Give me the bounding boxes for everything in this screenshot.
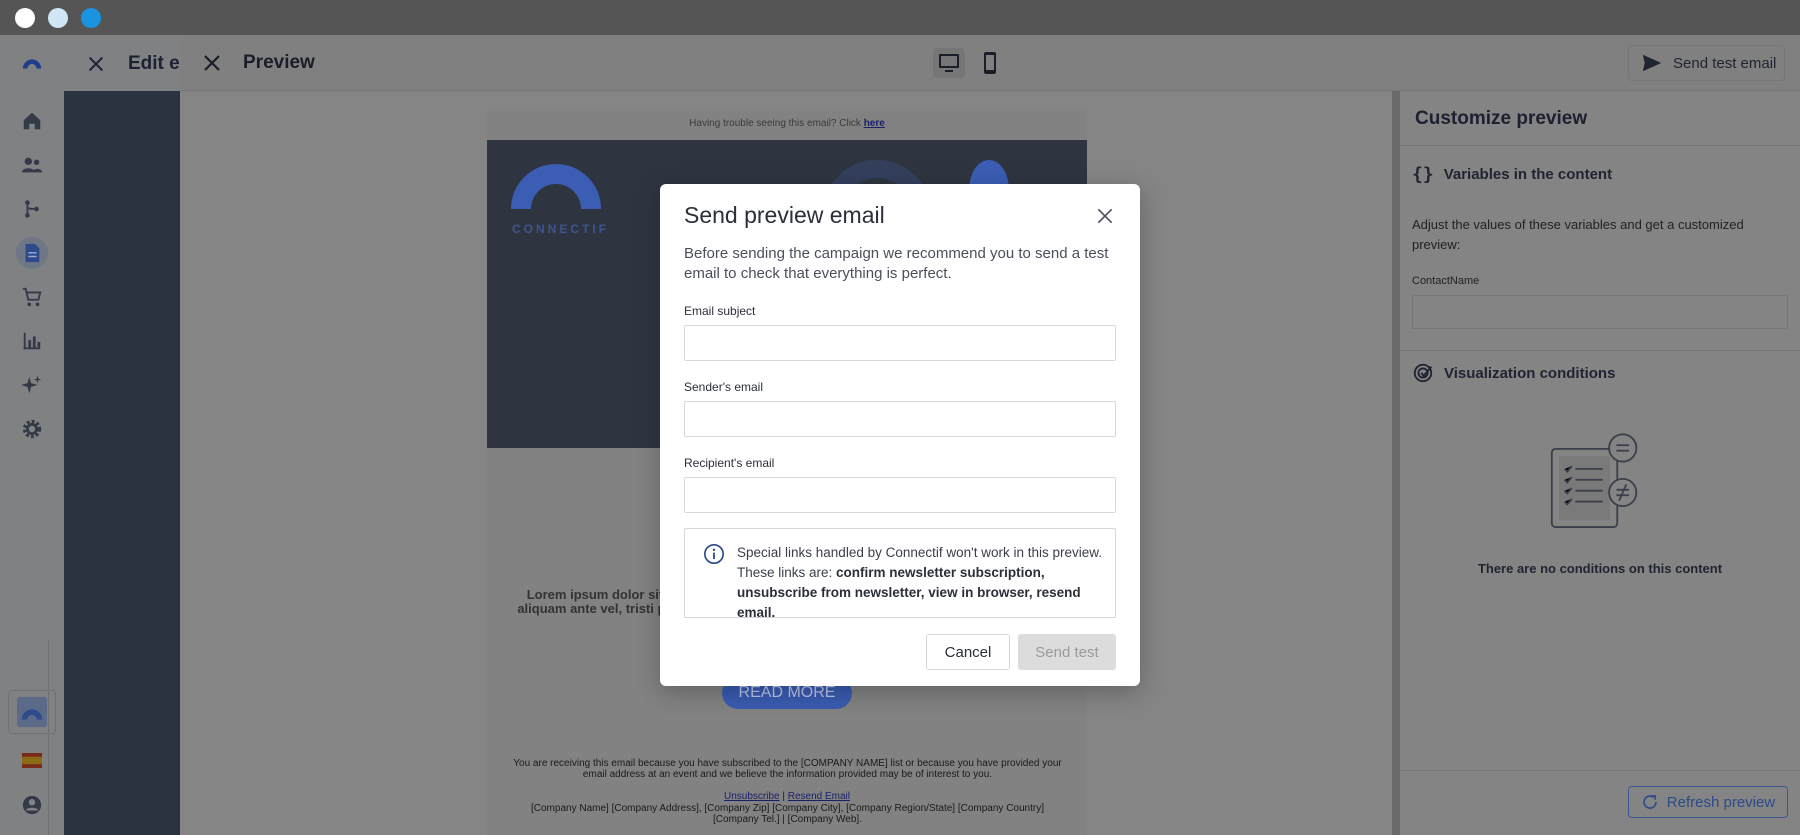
email-body-text: Lorem ipsum dolor sit aliquam ante vel, … (517, 587, 673, 616)
settings-icon[interactable] (16, 413, 48, 445)
email-footer-address: [Company Name] [Company Address], [Compa… (531, 803, 1044, 825)
unsubscribe-link[interactable]: Unsubscribe (724, 791, 780, 802)
sidebar-divider (1400, 770, 1800, 771)
email-footer-text: You are receiving this email because you… (513, 758, 1062, 780)
refresh-icon (1643, 795, 1657, 809)
recipient-email-label: Recipient's email (684, 456, 775, 470)
mobile-icon (984, 52, 996, 74)
content-icon[interactable] (16, 237, 48, 269)
editor-canvas-strip (64, 35, 180, 835)
trouble-viewing-text: Having trouble seeing this email? Click … (487, 118, 1087, 129)
window-maximize-control[interactable] (81, 8, 101, 28)
refresh-preview-label: Refresh preview (1666, 793, 1776, 811)
preview-title: Preview (243, 52, 315, 73)
variables-description: Adjust the values of these variables and… (1412, 217, 1744, 252)
brand-arc-icon (511, 164, 601, 209)
desktop-icon (939, 54, 959, 72)
email-footer-links: Unsubscribe | Resend Email (487, 791, 1087, 802)
empty-conditions-illustration-icon (1550, 430, 1650, 540)
conditions-section-header: Visualization conditions (1412, 362, 1615, 384)
logo-icon[interactable] (16, 47, 48, 79)
send-icon (1642, 54, 1662, 72)
home-icon[interactable] (16, 105, 48, 137)
preview-close-icon[interactable] (200, 51, 224, 75)
window-titlebar (0, 0, 1800, 35)
sidebar-divider (1400, 350, 1800, 351)
variables-section-header: {} Variables in the content (1412, 164, 1612, 185)
send-test-email-button[interactable]: Send test email (1628, 45, 1785, 81)
send-test-button[interactable]: Send test (1018, 634, 1116, 670)
dialog-close-icon[interactable] (1095, 206, 1115, 226)
resend-email-link[interactable]: Resend Email (788, 791, 850, 802)
analytics-icon[interactable] (16, 325, 48, 357)
conditions-title: Visualization conditions (1444, 364, 1616, 382)
ai-icon[interactable] (16, 369, 48, 401)
desktop-view-button[interactable] (933, 48, 965, 78)
sidebar-title: Customize preview (1415, 108, 1588, 129)
send-test-email-label: Send test email (1673, 54, 1777, 72)
target-check-icon (1413, 363, 1433, 383)
contacts-icon[interactable] (16, 149, 48, 181)
editor-title: Edit email (128, 53, 180, 74)
contact-name-label: ContactName (1412, 275, 1480, 287)
curly-braces-icon: {} (1412, 164, 1434, 185)
footer-link-separator: | (782, 791, 785, 802)
dialog-description: Before sending the campaign we recommend… (684, 245, 1109, 282)
cancel-button[interactable]: Cancel (926, 634, 1010, 670)
connectif-app-icon[interactable] (8, 690, 56, 734)
user-account-icon[interactable] (16, 789, 48, 821)
trouble-text: Having trouble seeing this email? Click (689, 118, 864, 129)
no-conditions-text: There are no conditions on this content (1477, 561, 1723, 576)
mobile-view-button[interactable] (974, 48, 1006, 78)
special-links-info-text: Special links handled by Connectif won't… (737, 543, 1107, 623)
hero-brand-text: CONNECTIF (512, 222, 609, 236)
window-minimize-control[interactable] (48, 8, 68, 28)
sender-email-input[interactable] (684, 401, 1116, 437)
sender-email-label: Sender's email (684, 380, 763, 394)
special-links-info-box: Special links handled by Connectif won't… (684, 528, 1116, 620)
view-in-browser-link[interactable]: here (864, 118, 885, 129)
send-preview-email-dialog: Send preview email Before sending the ca… (660, 184, 1140, 686)
variables-title: Variables in the content (1443, 166, 1613, 183)
workflows-icon[interactable] (16, 193, 48, 225)
catalog-icon[interactable] (16, 281, 48, 313)
contact-name-input[interactable] (1412, 295, 1788, 329)
info-icon (704, 544, 724, 564)
sidebar-divider (1400, 145, 1800, 146)
app-nav-rail (0, 35, 64, 835)
dialog-title: Send preview email (684, 202, 885, 228)
spain-flag-icon[interactable] (8, 738, 56, 782)
refresh-preview-button[interactable]: Refresh preview (1628, 786, 1788, 818)
email-subject-input[interactable] (684, 325, 1116, 361)
editor-close-icon[interactable] (85, 53, 107, 75)
email-subject-label: Email subject (684, 304, 756, 318)
recipient-email-input[interactable] (684, 477, 1116, 513)
window-close-control[interactable] (15, 8, 35, 28)
